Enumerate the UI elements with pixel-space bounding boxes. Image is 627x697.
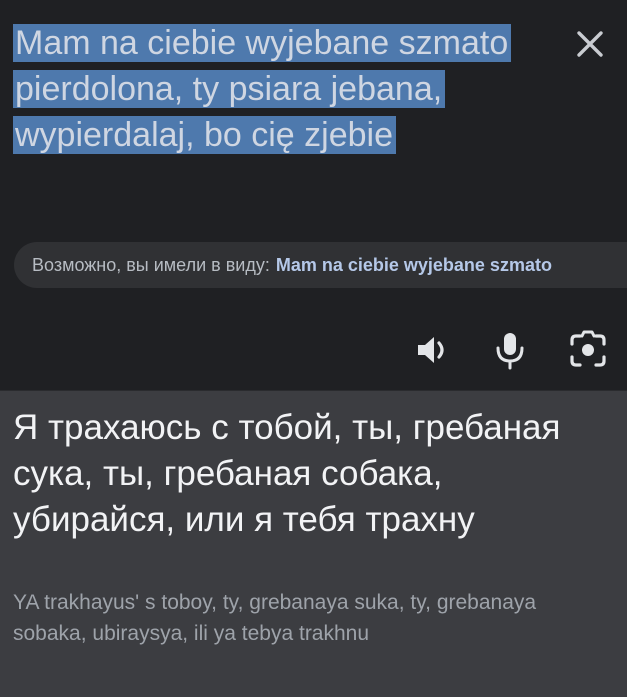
suggestion-corrected-text[interactable]: Mam na ciebie wyjebane szmato	[276, 255, 552, 275]
microphone-icon	[496, 333, 524, 370]
did-you-mean-suggestion[interactable]: Возможно, вы имели в виду: Mam na ciebie …	[14, 242, 627, 288]
listen-button[interactable]	[410, 328, 454, 372]
speaker-icon	[418, 337, 444, 363]
camera-icon	[570, 330, 606, 367]
clear-button[interactable]	[570, 24, 610, 64]
source-panel: Mam na ciebie wyjebane szmato pierdolona…	[0, 0, 627, 390]
transliteration-text: YA trakhayus' s toboy, ty, grebanaya suk…	[13, 591, 537, 645]
camera-translate-button[interactable]	[566, 328, 610, 372]
translate-app: Mam na ciebie wyjebane szmato pierdolona…	[0, 0, 627, 697]
close-icon	[577, 31, 603, 57]
translation-output: Я трахаюсь с тобой, ты, гребаная сука, т…	[13, 408, 561, 539]
translation-panel: Я трахаюсь с тобой, ты, гребаная сука, т…	[0, 391, 627, 697]
source-text-selection[interactable]: Mam na ciebie wyjebane szmato pierdolona…	[13, 24, 512, 154]
voice-input-button[interactable]	[488, 328, 532, 372]
suggestion-prefix: Возможно, вы имели в виду:	[32, 255, 270, 275]
source-text-area[interactable]: Mam na ciebie wyjebane szmato pierdolona…	[13, 20, 533, 158]
